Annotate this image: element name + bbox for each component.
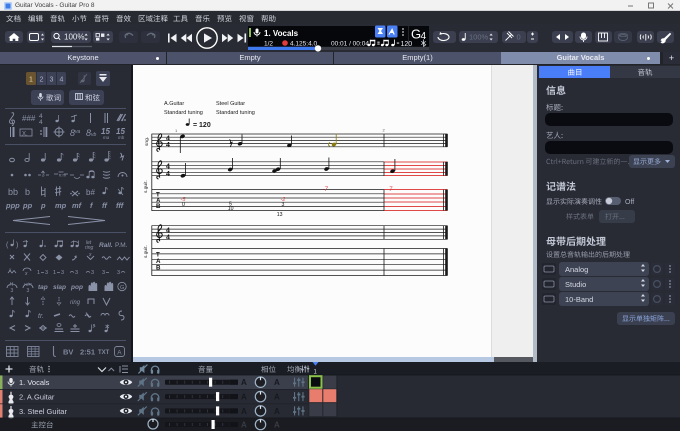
svg-text:1: 1 <box>29 77 33 84</box>
svg-text:Steel Guitar: Steel Guitar <box>216 101 245 107</box>
svg-text:13: 13 <box>277 212 283 218</box>
svg-text:BV: BV <box>63 348 73 357</box>
svg-text:x: x <box>24 271 28 277</box>
svg-text:mb: mb <box>118 135 125 140</box>
svg-text:fff: fff <box>116 201 125 210</box>
svg-text:vb: vb <box>91 132 97 138</box>
svg-text:p: p <box>40 201 46 210</box>
svg-text:3: 3 <box>27 288 30 294</box>
svg-text:1: 1 <box>175 128 178 133</box>
svg-text:f: f <box>90 201 94 210</box>
svg-text:bb: bb <box>8 187 18 197</box>
svg-text:A: A <box>274 393 280 402</box>
svg-text:b: b <box>25 187 30 197</box>
svg-text:2:51: 2:51 <box>80 348 95 357</box>
svg-text:ma: ma <box>103 135 110 140</box>
svg-text:4.125:4.0: 4.125:4.0 <box>290 41 317 48</box>
svg-text:3: 3 <box>282 202 285 208</box>
svg-text:Standard tuning: Standard tuning <box>216 110 255 116</box>
svg-text:sng.: sng. <box>145 137 150 146</box>
svg-text:Rall.: Rall. <box>99 242 113 249</box>
svg-text:1. Vocals: 1. Vocals <box>264 29 299 38</box>
svg-text:= 120: = 120 <box>193 122 211 129</box>
svg-text:100%: 100% <box>469 33 489 42</box>
svg-text:-7: -7 <box>323 187 329 193</box>
svg-text:x: x <box>88 252 92 258</box>
svg-text:A: A <box>274 378 280 387</box>
svg-text:Off: Off <box>625 199 634 206</box>
svg-text:1/2: 1/2 <box>264 41 273 48</box>
svg-text:(: ( <box>6 242 9 249</box>
svg-text:0: 0 <box>517 33 521 42</box>
svg-text:3: 3 <box>45 270 48 276</box>
svg-text:1: 1 <box>53 270 56 276</box>
svg-text:ring: ring <box>70 300 81 306</box>
svg-text:-7: -7 <box>387 187 393 193</box>
svg-text:3: 3 <box>50 77 54 84</box>
svg-text:ppp: ppp <box>5 201 20 210</box>
svg-text:3: 3 <box>117 270 120 276</box>
svg-text:A: A <box>241 421 247 430</box>
svg-text:4: 4 <box>60 77 64 84</box>
svg-text:x: x <box>8 267 12 272</box>
svg-text:4: 4 <box>166 164 170 171</box>
svg-text:ff: ff <box>102 201 108 210</box>
svg-text:###: ### <box>22 114 36 123</box>
svg-text:ring: ring <box>85 245 94 251</box>
svg-text:n:m: n:m <box>59 173 67 178</box>
svg-text:3: 3 <box>11 288 14 294</box>
svg-text:b#: b# <box>86 188 95 197</box>
svg-text:0: 0 <box>182 202 185 208</box>
svg-text:2: 2 <box>383 128 386 133</box>
svg-text:G: G <box>120 285 124 291</box>
svg-text:00:01 / 00:04: 00:01 / 00:04 <box>331 41 369 48</box>
svg-text:mf: mf <box>72 201 83 210</box>
svg-text:2: 2 <box>40 77 44 84</box>
svg-text:1: 1 <box>37 270 40 276</box>
svg-text:H/P: H/P <box>24 282 32 287</box>
svg-text:A: A <box>241 378 247 387</box>
svg-text:pp: pp <box>22 201 33 210</box>
svg-text:X.: X. <box>22 132 28 138</box>
svg-text:P.M.: P.M. <box>115 242 128 249</box>
svg-text:4: 4 <box>166 235 170 242</box>
svg-text:4: 4 <box>166 228 170 235</box>
svg-text:tr.: tr. <box>38 313 44 320</box>
svg-text:10-Band: 10-Band <box>565 295 593 304</box>
svg-text:A: A <box>274 407 280 416</box>
svg-text:slap: slap <box>53 284 66 291</box>
svg-text:B: B <box>156 203 161 210</box>
svg-text:tap: tap <box>38 284 48 291</box>
svg-text:A: A <box>241 393 247 402</box>
svg-text:A.Guitar: A.Guitar <box>164 101 184 107</box>
svg-text:4: 4 <box>166 171 170 178</box>
svg-text:va: va <box>75 129 81 135</box>
svg-text:TXT: TXT <box>98 350 110 356</box>
svg-text:A: A <box>274 421 280 430</box>
svg-text:mp: mp <box>55 201 67 210</box>
svg-text:100%: 100% <box>64 33 84 42</box>
svg-text:A: A <box>117 349 122 356</box>
svg-text:3: 3 <box>42 173 45 179</box>
svg-text:3: 3 <box>75 270 78 276</box>
svg-text:3: 3 <box>61 270 64 276</box>
svg-text:): ) <box>16 242 18 249</box>
svg-text:A: A <box>241 407 247 416</box>
svg-text:s.guit.: s.guit. <box>143 180 149 193</box>
svg-text:s.guit.: s.guit. <box>143 245 149 258</box>
svg-text:Standard tuning: Standard tuning <box>164 110 203 116</box>
svg-text:Studio: Studio <box>565 280 586 289</box>
svg-text:3: 3 <box>102 270 105 276</box>
svg-text:pop: pop <box>70 284 83 291</box>
svg-text:10: 10 <box>228 206 234 212</box>
svg-text:3: 3 <box>91 270 94 276</box>
svg-text:B: B <box>156 265 161 272</box>
svg-text:4: 4 <box>166 142 170 149</box>
svg-text:Analog: Analog <box>565 265 588 274</box>
svg-text:4: 4 <box>39 119 43 126</box>
